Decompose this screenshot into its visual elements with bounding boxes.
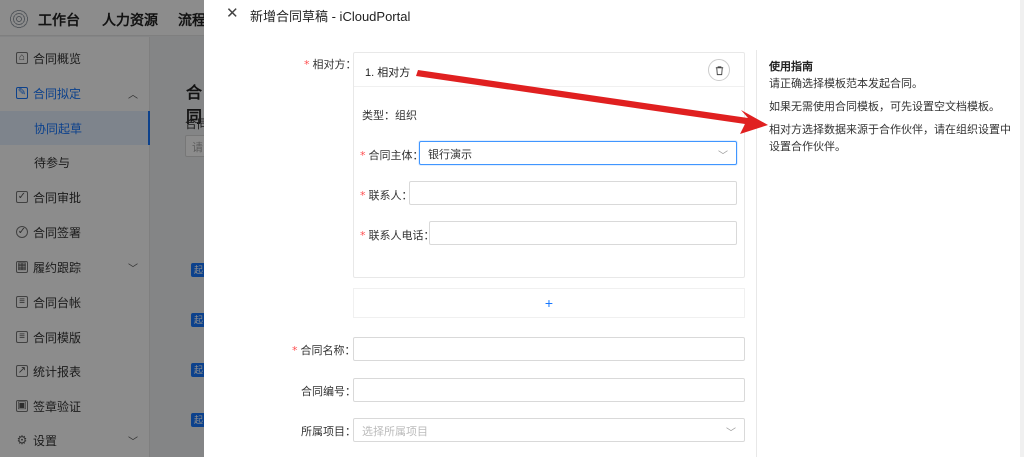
project-label: 所属项目： — [301, 426, 356, 438]
counterparty-card: 1. 相对方 类型：组织 * 合同主体： 银行演示 ﹀ * 联系人： * 联系人电话： — [353, 52, 745, 278]
contract-number-input[interactable] — [353, 378, 745, 402]
plus-icon: + — [544, 295, 554, 311]
usage-guide: 使用指南 请正确选择模板范本发起合同。 如果无需使用合同模板，可先设置空文档模板… — [756, 50, 1024, 457]
counterparty-card-header: 1. 相对方 — [354, 53, 744, 87]
required-mark: * — [304, 58, 310, 71]
guide-title: 使用指南 — [769, 61, 813, 73]
guide-line: 如果无需使用合同模板，可先设置空文档模板。 — [769, 101, 1000, 113]
guide-line: 相对方选择数据来源于合作伙伴，请在组织设置中设置合作伙伴。 — [769, 124, 1011, 153]
contact-phone-label: * 联系人电话： — [360, 229, 435, 242]
subject-select-value: 银行演示 — [428, 149, 472, 161]
required-mark: * — [360, 229, 366, 242]
required-mark: * — [292, 344, 298, 357]
delete-counterparty-button[interactable] — [708, 59, 730, 81]
contract-name-label: * 合同名称： — [292, 344, 356, 357]
contact-input[interactable] — [409, 181, 737, 205]
contact-phone-input[interactable] — [429, 221, 737, 245]
drawer-scrollbar[interactable] — [1020, 0, 1024, 457]
type-value: 组织 — [395, 110, 417, 122]
contract-number-label: 合同编号： — [301, 386, 356, 398]
project-select-placeholder: 选择所属项目 — [362, 426, 428, 438]
trash-icon — [715, 65, 723, 75]
chevron-down-icon: ﹀ — [718, 151, 728, 162]
required-mark: * — [360, 149, 366, 162]
new-contract-drawer: ✕ 新增合同草稿 - iCloudPortal * 相对方： 1. 相对方 类型：… — [204, 0, 1024, 457]
counterparty-label: * 相对方： — [304, 58, 357, 71]
required-mark: * — [360, 189, 366, 202]
close-icon[interactable]: ✕ — [226, 4, 239, 22]
drawer-header: ✕ 新增合同草稿 - iCloudPortal — [204, 0, 1024, 28]
type-row: 类型：组织 — [362, 107, 417, 123]
chevron-down-icon: ﹀ — [726, 428, 736, 439]
type-label: 类型： — [362, 110, 395, 122]
project-select[interactable]: 选择所属项目 ﹀ — [353, 418, 745, 442]
guide-line: 请正确选择模板范本发起合同。 — [769, 78, 923, 90]
contract-name-input[interactable] — [353, 337, 745, 361]
drawer-title: 新增合同草稿 - iCloudPortal — [250, 9, 411, 24]
contact-label: * 联系人： — [360, 189, 413, 202]
add-counterparty-button[interactable]: + — [353, 288, 745, 318]
subject-select[interactable]: 银行演示 ﹀ — [419, 141, 737, 165]
counterparty-name: 1. 相对方 — [365, 67, 411, 79]
subject-label: * 合同主体： — [360, 149, 424, 162]
